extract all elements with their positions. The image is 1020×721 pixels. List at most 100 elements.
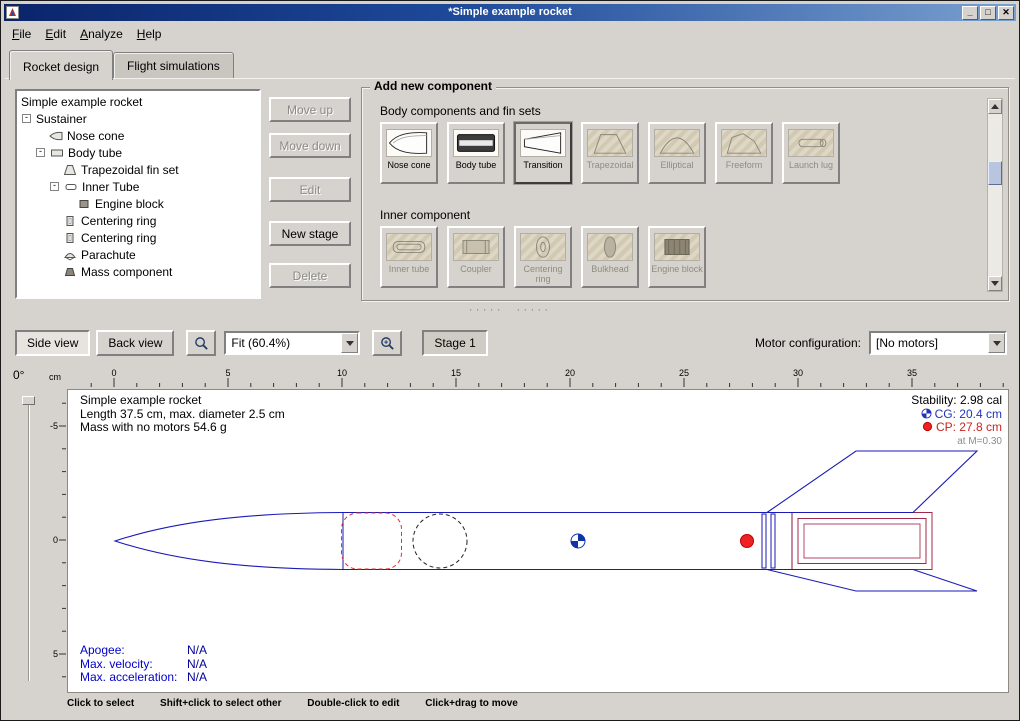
tab-flight-simulations[interactable]: Flight simulations bbox=[113, 52, 234, 79]
rocket-dimensions: Length 37.5 cm, max. diameter 2.5 cm bbox=[80, 408, 285, 422]
mass-component-dashed-outline bbox=[413, 514, 467, 568]
tab-panel-divider bbox=[5, 78, 1015, 79]
tree-item-centering-ring-1[interactable]: Centering ring bbox=[17, 212, 259, 229]
add-new-component-group: Add new component Body components and fi… bbox=[361, 87, 1009, 301]
collapse-expander-icon[interactable] bbox=[50, 182, 59, 191]
mass-component-icon bbox=[63, 266, 78, 278]
rotation-slider-handle[interactable] bbox=[22, 396, 35, 405]
scroll-down-icon[interactable] bbox=[988, 276, 1002, 291]
svg-text:10: 10 bbox=[337, 368, 347, 378]
view-toolbar: Side view Back view Fit (60.4%) Stage 1 … bbox=[15, 328, 1007, 358]
component-button-label: Engine block bbox=[650, 264, 704, 274]
move-down-button[interactable]: Move down bbox=[269, 133, 351, 158]
engine-block-icon bbox=[654, 233, 700, 261]
add-coupler-button[interactable]: Coupler bbox=[447, 226, 505, 288]
tree-item-trapezoidal-fin-set[interactable]: Trapezoidal fin set bbox=[17, 161, 259, 178]
combo-dropdown-icon[interactable] bbox=[988, 333, 1005, 353]
back-view-button[interactable]: Back view bbox=[96, 330, 174, 356]
body-tube-icon bbox=[453, 129, 499, 157]
tree-item-parachute[interactable]: Parachute bbox=[17, 246, 259, 263]
collapse-expander-icon[interactable] bbox=[22, 114, 31, 123]
maximize-button[interactable]: □ bbox=[980, 6, 996, 20]
menu-analyze[interactable]: Analyze bbox=[73, 25, 130, 43]
stage-1-toggle-button[interactable]: Stage 1 bbox=[422, 330, 487, 356]
centering-ring-icon bbox=[63, 232, 78, 244]
edit-button[interactable]: Edit bbox=[269, 177, 351, 202]
menu-help[interactable]: Help bbox=[130, 25, 169, 43]
new-stage-button[interactable]: New stage bbox=[269, 221, 351, 246]
stability-block: Stability: 2.98 cal CG: 20.4 cm CP: 27.8… bbox=[911, 394, 1002, 448]
cp-marker bbox=[741, 535, 754, 548]
svg-text:5: 5 bbox=[225, 368, 230, 378]
component-tree[interactable]: Simple example rocket Sustainer Nose con… bbox=[15, 89, 261, 299]
inner-tube-outline bbox=[798, 519, 926, 564]
titlebar[interactable]: *Simple example rocket _ □ ✕ bbox=[4, 4, 1016, 21]
max-acceleration-value: N/A bbox=[187, 670, 207, 684]
add-nose-cone-button[interactable]: Nose cone bbox=[380, 122, 438, 184]
add-elliptical-fin-button[interactable]: Elliptical bbox=[648, 122, 706, 184]
add-centering-ring-button[interactable]: Centering ring bbox=[514, 226, 572, 288]
add-freeform-fin-button[interactable]: Freeform bbox=[715, 122, 773, 184]
rocket-name: Simple example rocket bbox=[80, 394, 285, 408]
centering-ring-outline bbox=[762, 514, 766, 568]
add-body-tube-button[interactable]: Body tube bbox=[447, 122, 505, 184]
delete-button[interactable]: Delete bbox=[269, 263, 351, 288]
window-title: *Simple example rocket bbox=[4, 4, 1016, 21]
hint-click-select: Click to select bbox=[67, 698, 134, 709]
close-button[interactable]: ✕ bbox=[998, 6, 1014, 20]
vertical-ruler: -505 bbox=[47, 389, 67, 693]
add-inner-tube-button[interactable]: Inner tube bbox=[380, 226, 438, 288]
nose-cone-icon bbox=[386, 129, 432, 157]
ruler-unit-label: cm bbox=[49, 372, 61, 382]
zoom-in-button[interactable] bbox=[372, 330, 402, 356]
add-engine-block-button[interactable]: Engine block bbox=[648, 226, 706, 288]
component-button-label: Trapezoidal bbox=[586, 160, 635, 170]
scroll-up-icon[interactable] bbox=[988, 99, 1002, 114]
tree-item-inner-tube[interactable]: Inner Tube bbox=[17, 178, 259, 195]
menubar: File Edit Analyze Help bbox=[5, 23, 1015, 44]
combo-dropdown-icon[interactable] bbox=[341, 333, 358, 353]
add-launch-lug-button[interactable]: Launch lug bbox=[782, 122, 840, 184]
component-button-label: Transition bbox=[522, 160, 563, 170]
tree-item-mass-component[interactable]: Mass component bbox=[17, 263, 259, 280]
rotation-angle-label: 0° bbox=[13, 368, 24, 382]
tree-item-centering-ring-2[interactable]: Centering ring bbox=[17, 229, 259, 246]
tree-item-body-tube[interactable]: Body tube bbox=[17, 144, 259, 161]
tree-item-nose-cone[interactable]: Nose cone bbox=[17, 127, 259, 144]
tab-rocket-design[interactable]: Rocket design bbox=[9, 50, 113, 80]
tree-item-label: Centering ring bbox=[81, 214, 156, 228]
side-view-button[interactable]: Side view bbox=[15, 330, 90, 356]
rocket-figure bbox=[68, 390, 1010, 694]
component-button-label: Coupler bbox=[459, 264, 493, 274]
zoom-out-button[interactable] bbox=[186, 330, 216, 356]
add-bulkhead-button[interactable]: Bulkhead bbox=[581, 226, 639, 288]
centering-ring-icon bbox=[63, 215, 78, 227]
component-panel-scrollbar[interactable] bbox=[987, 98, 1003, 292]
split-pane-divider[interactable]: ····· ····· bbox=[1, 304, 1019, 316]
zoom-level-combobox[interactable]: Fit (60.4%) bbox=[224, 331, 360, 355]
tree-item-engine-block[interactable]: Engine block bbox=[17, 195, 259, 212]
tree-item-rocket[interactable]: Simple example rocket bbox=[17, 93, 259, 110]
freeform-fin-icon bbox=[721, 129, 767, 157]
max-velocity-label: Max. velocity: bbox=[80, 658, 187, 672]
minimize-button[interactable]: _ bbox=[962, 6, 978, 20]
tree-item-label: Parachute bbox=[81, 248, 136, 262]
tree-item-sustainer[interactable]: Sustainer bbox=[17, 110, 259, 127]
add-trapezoidal-fin-button[interactable]: Trapezoidal bbox=[581, 122, 639, 184]
menu-edit[interactable]: Edit bbox=[38, 25, 73, 43]
body-component-buttons: Nose cone Body tube Transition Trapezoid… bbox=[380, 122, 840, 184]
motor-configuration-label: Motor configuration: bbox=[755, 336, 861, 350]
parachute-dashed-outline bbox=[342, 513, 402, 569]
move-up-button[interactable]: Move up bbox=[269, 97, 351, 122]
scrollbar-thumb[interactable] bbox=[988, 161, 1002, 185]
tree-item-label: Mass component bbox=[81, 265, 172, 279]
inner-component-buttons: Inner tube Coupler Centering ring Bulkhe… bbox=[380, 226, 706, 288]
cg-marker bbox=[571, 534, 585, 548]
motor-configuration-combobox[interactable]: [No motors] bbox=[869, 331, 1007, 355]
rotation-slider[interactable] bbox=[28, 396, 30, 681]
collapse-expander-icon[interactable] bbox=[36, 148, 45, 157]
add-transition-button[interactable]: Transition bbox=[514, 122, 572, 184]
menu-file[interactable]: File bbox=[5, 25, 38, 43]
rocket-design-canvas[interactable]: Simple example rocket Length 37.5 cm, ma… bbox=[67, 389, 1009, 693]
component-button-label: Nose cone bbox=[386, 160, 431, 170]
